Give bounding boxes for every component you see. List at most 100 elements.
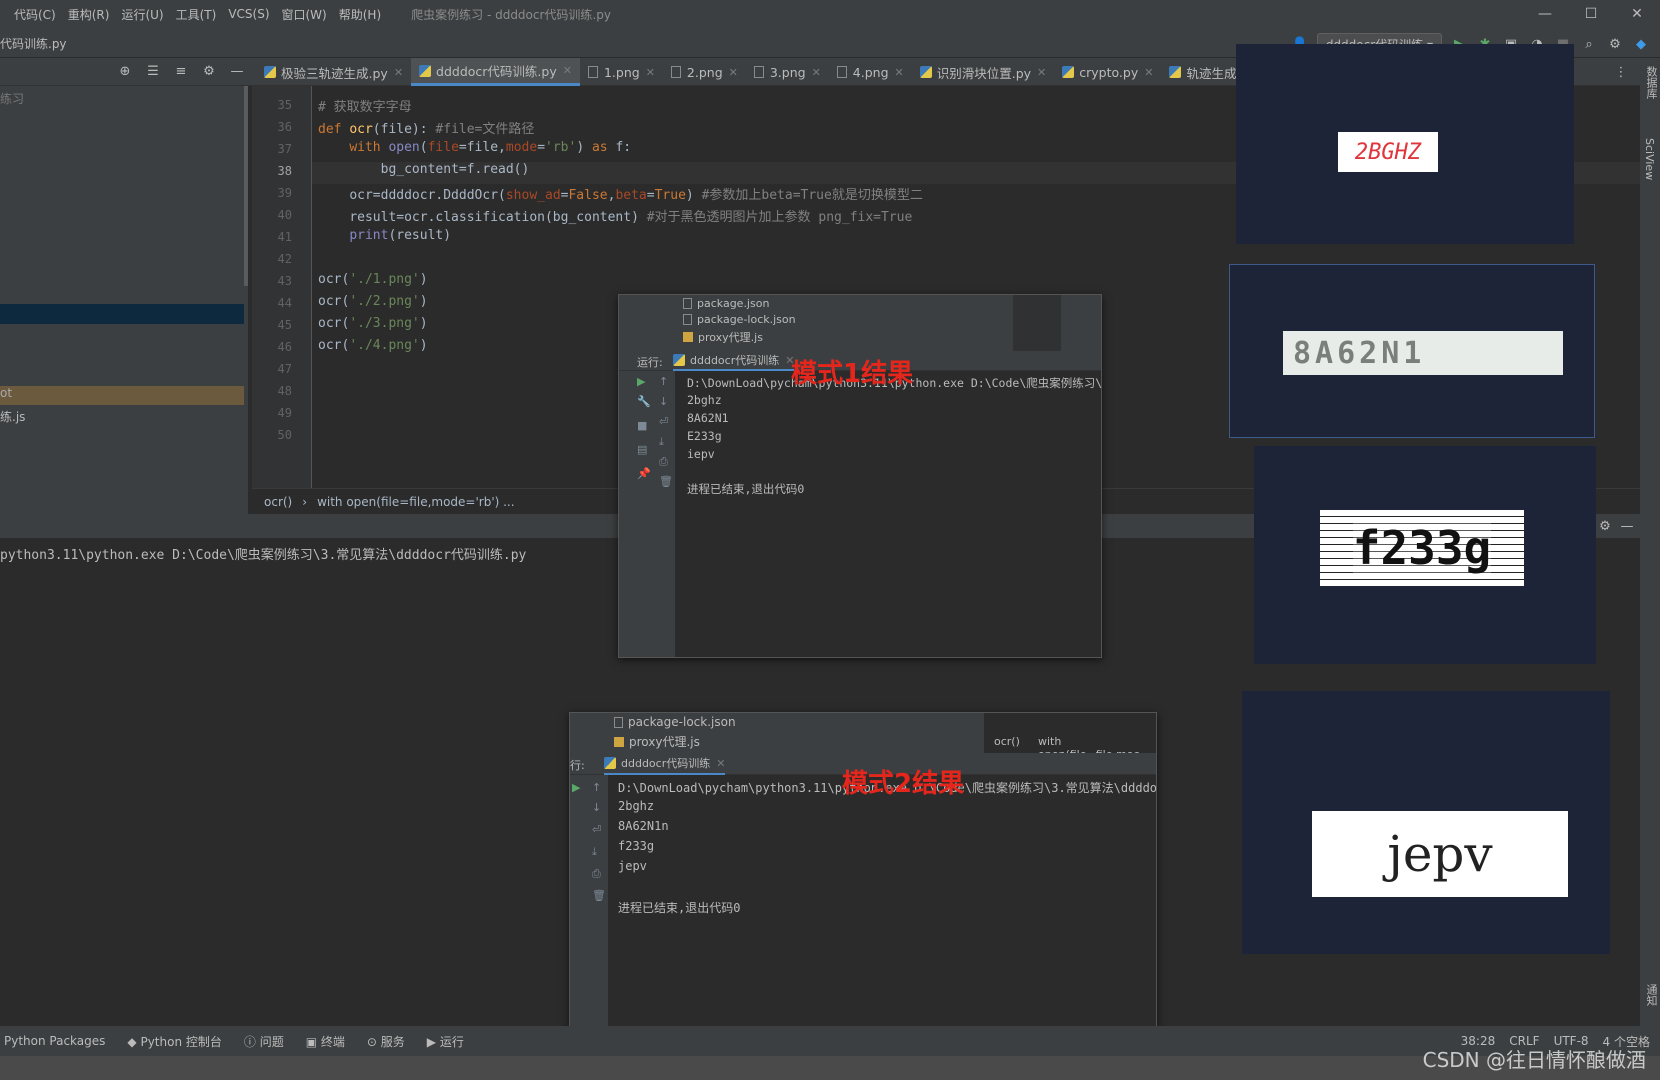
- close-icon[interactable]: ✕: [716, 757, 725, 770]
- down-icon[interactable]: ↓: [659, 395, 668, 408]
- tab-jiyan[interactable]: 极验三轨迹生成.py ✕: [256, 58, 411, 86]
- menu-code[interactable]: 代码(C): [8, 6, 62, 23]
- close-icon[interactable]: ✕: [812, 66, 821, 79]
- rerun-icon[interactable]: ▶: [637, 375, 645, 388]
- file-item[interactable]: proxy代理.js: [614, 733, 700, 750]
- run-tab[interactable]: ddddocr代码训练 ✕: [604, 753, 726, 775]
- run-window-mode2: package-lock.json proxy代理.js ocr() with …: [569, 712, 1157, 1030]
- tool-terminal[interactable]: ▣ 终端: [306, 1033, 345, 1050]
- captcha-text: 2BGHZ: [1354, 139, 1422, 165]
- wrench-icon[interactable]: 🔧: [637, 395, 651, 408]
- tool-python-console[interactable]: ◆ Python 控制台: [127, 1033, 221, 1050]
- code-token: bg_content=f.read(): [380, 162, 530, 177]
- gear-icon[interactable]: ⚙: [1606, 36, 1624, 54]
- breadcrumb-function[interactable]: ocr(): [264, 495, 292, 509]
- scroll-end-icon[interactable]: ⤓: [659, 435, 664, 449]
- breadcrumb-statement[interactable]: with open(file=file,mode='rb') ...: [317, 495, 515, 509]
- close-icon[interactable]: ✕: [1144, 66, 1153, 79]
- selected-row[interactable]: [0, 304, 244, 324]
- terminal-icon: ▣: [305, 1034, 321, 1049]
- print-icon[interactable]: ⎙: [592, 867, 601, 881]
- menu-window[interactable]: 窗口(W): [276, 6, 333, 23]
- close-icon[interactable]: ✕: [394, 66, 403, 79]
- captcha-image: jepv: [1312, 811, 1568, 897]
- menu-run[interactable]: 运行(U): [115, 6, 169, 23]
- database-tool[interactable]: 数据库: [1643, 66, 1659, 99]
- notifications-tool[interactable]: 通知: [1643, 984, 1659, 1006]
- line-number: 38: [277, 164, 292, 178]
- minimize-icon[interactable]: —: [1522, 0, 1568, 28]
- project-item[interactable]: 练习: [0, 90, 24, 107]
- trash-icon[interactable]: 🗑: [659, 475, 673, 488]
- sciview-tool[interactable]: SciView: [1643, 138, 1656, 180]
- tab-slider[interactable]: 识别滑块位置.py ✕: [912, 58, 1055, 86]
- hide-icon[interactable]: —: [1618, 517, 1636, 535]
- captcha-preview-4: jepv: [1242, 691, 1610, 954]
- more-icon[interactable]: ⋮: [1612, 63, 1630, 81]
- project-item-highlight[interactable]: ot: [0, 386, 244, 405]
- code-comment: #对于黑色透明图片加上参数 png_fix=True: [646, 210, 913, 225]
- wrap-icon[interactable]: ⏎: [659, 415, 668, 428]
- nav-file-crumb[interactable]: 代码训练.py: [0, 35, 67, 52]
- down-icon[interactable]: ↓: [592, 801, 601, 814]
- up-icon[interactable]: ↑: [659, 375, 668, 388]
- file-item[interactable]: package-lock.json: [614, 715, 736, 729]
- wrap-icon[interactable]: ⏎: [592, 823, 601, 836]
- file-item[interactable]: package.json: [683, 297, 769, 310]
- close-icon[interactable]: ✕: [729, 66, 738, 79]
- services-icon: ⊙: [366, 1034, 381, 1049]
- collapse-all-icon[interactable]: ≡: [172, 62, 190, 80]
- rerun-icon[interactable]: ▶: [572, 781, 580, 794]
- tab-1-png[interactable]: 1.png ✕: [580, 58, 663, 86]
- plugin-icon[interactable]: ◆: [1632, 36, 1650, 54]
- expand-all-icon[interactable]: ☰: [144, 62, 162, 80]
- tool-run[interactable]: ▶ 运行: [427, 1033, 464, 1050]
- close-icon[interactable]: ✕: [1037, 66, 1046, 79]
- file-item[interactable]: proxy代理.js: [683, 329, 763, 345]
- menu-vcs[interactable]: VCS(S): [222, 7, 275, 21]
- scroll-end-icon[interactable]: ⤓: [592, 845, 597, 859]
- editor-tabs: 极验三轨迹生成.py ✕ ddddocr代码训练.py ✕ 1.png ✕ 2.png…: [256, 58, 1264, 86]
- maximize-icon[interactable]: ☐: [1568, 0, 1614, 28]
- menu-refactor[interactable]: 重构(R): [62, 6, 116, 23]
- tab-4-png[interactable]: 4.png ✕: [829, 58, 912, 86]
- run-tab[interactable]: ddddocr代码训练 ✕: [673, 351, 795, 371]
- pin-icon[interactable]: 📌: [637, 467, 651, 480]
- tab-label: 识别滑块位置.py: [936, 65, 1032, 81]
- close-icon[interactable]: ✕: [646, 66, 655, 79]
- menu-tools[interactable]: 工具(T): [170, 6, 223, 23]
- close-icon[interactable]: ✕: [895, 66, 904, 79]
- project-scrollbar[interactable]: [244, 86, 248, 286]
- window-controls: — ☐ ✕: [1522, 0, 1660, 28]
- tool-label: 终端: [320, 1034, 345, 1049]
- layout-icon[interactable]: ▤: [637, 443, 647, 456]
- locate-icon[interactable]: ⊕: [116, 62, 134, 80]
- tab-2-png[interactable]: 2.png ✕: [663, 58, 746, 86]
- menu-help[interactable]: 帮助(H): [333, 6, 387, 23]
- code-token: as: [591, 140, 608, 155]
- tab-crypto[interactable]: crypto.py ✕: [1054, 58, 1161, 86]
- line-number: 49: [277, 406, 292, 420]
- tab-ddddocr[interactable]: ddddocr代码训练.py ✕: [411, 58, 580, 86]
- code-line-41: print(result): [318, 228, 451, 243]
- tab-3-png[interactable]: 3.png ✕: [746, 58, 829, 86]
- tool-problems[interactable]: ⓘ 问题: [244, 1033, 284, 1050]
- stop-icon[interactable]: ■: [637, 419, 647, 432]
- project-toolbar: ⊕ ☰ ≡ ⚙ —: [116, 62, 246, 80]
- search-icon[interactable]: ⌕: [1580, 36, 1598, 54]
- gear-icon[interactable]: ⚙: [200, 62, 218, 80]
- code-token: ): [576, 140, 592, 155]
- breadcrumb-function[interactable]: ocr(): [994, 735, 1020, 748]
- close-icon[interactable]: ✕: [563, 64, 572, 77]
- code-token: (file):: [372, 122, 436, 137]
- project-item-js[interactable]: 练.js: [0, 408, 25, 425]
- gear-icon[interactable]: ⚙: [1596, 517, 1614, 535]
- trash-icon[interactable]: 🗑: [592, 889, 606, 902]
- hide-icon[interactable]: —: [228, 62, 246, 80]
- close-icon[interactable]: ✕: [1614, 0, 1660, 28]
- up-icon[interactable]: ↑: [592, 781, 601, 794]
- tool-services[interactable]: ⊙ 服务: [367, 1033, 405, 1050]
- tool-python-packages[interactable]: Python Packages: [4, 1034, 105, 1048]
- file-item[interactable]: package-lock.json: [683, 313, 796, 326]
- print-icon[interactable]: ⎙: [659, 455, 668, 469]
